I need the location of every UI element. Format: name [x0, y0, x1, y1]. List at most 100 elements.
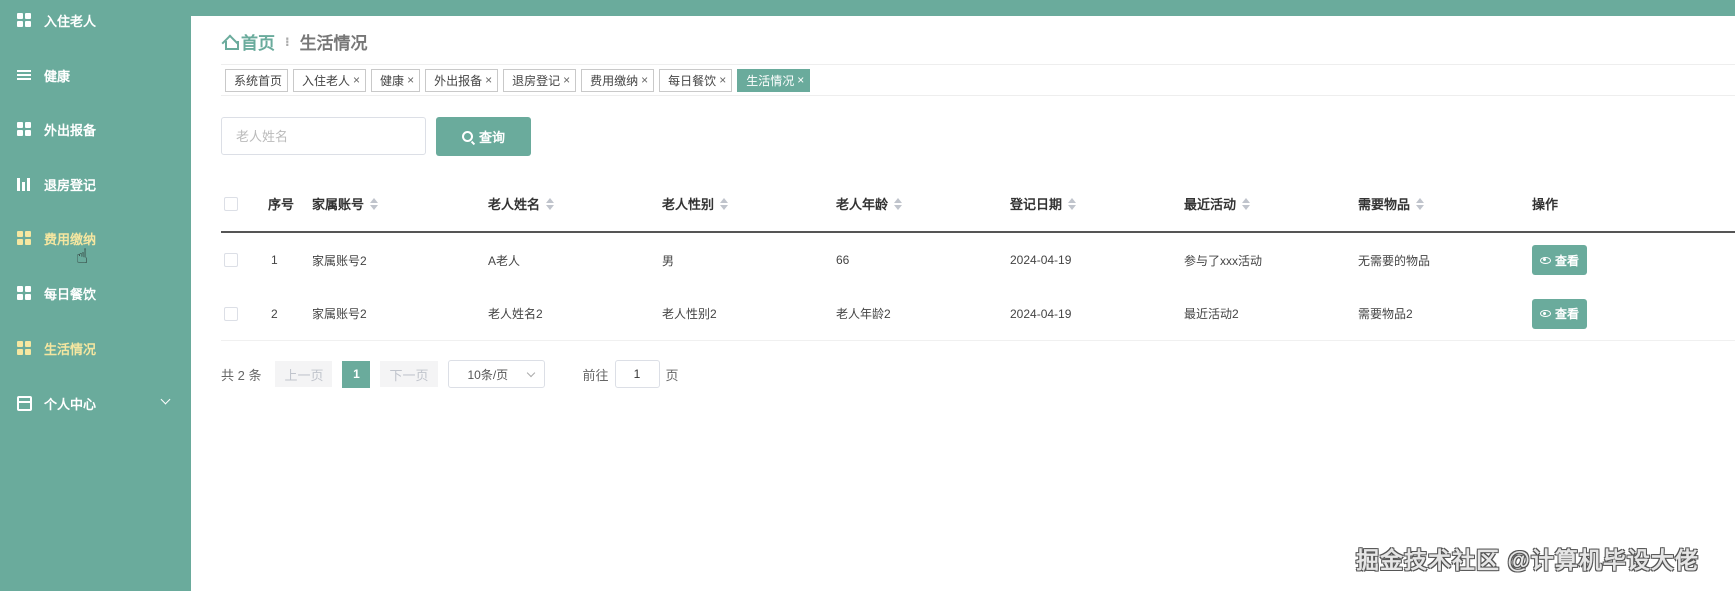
cell-actions: 查看: [1532, 233, 1587, 287]
main-content: 首页 ⁝ 生活情况 系统首页 入住老人 × 健康 × 外出报备 × 退房登记 × 费用缴…: [191, 16, 1735, 591]
sidebar-item-label: 生活情况: [44, 341, 97, 357]
tag-outing[interactable]: 外出报备 ×: [425, 68, 499, 92]
sidebar-item-label: 健康: [44, 68, 71, 84]
cell-index: 2: [271, 306, 278, 321]
sidebar-item-health[interactable]: 健康: [0, 55, 191, 95]
chevron-down-icon[interactable]: [160, 394, 171, 405]
eye-icon: [1539, 310, 1551, 317]
sidebar-item-fees[interactable]: 费用缴纳: [0, 218, 191, 258]
data-table: 序号 家属账号 老人姓名 老人性别 老人年龄 登记日期 最近活动 需要物品 操作…: [221, 176, 1735, 341]
next-page-button[interactable]: 下一页: [380, 361, 438, 387]
sort-icon[interactable]: [370, 197, 379, 210]
prev-page-button[interactable]: 上一页: [275, 361, 333, 387]
eye-icon: [1539, 256, 1551, 264]
close-icon[interactable]: ×: [353, 73, 360, 87]
cell-account: 家属账号2: [312, 253, 367, 268]
sidebar-item-living[interactable]: 生活情况: [0, 328, 191, 368]
grid-icon: [17, 121, 32, 137]
goto-page-input[interactable]: [614, 360, 660, 388]
sidebar-item-label: 外出报备: [44, 122, 97, 138]
column-header-name[interactable]: 老人姓名: [488, 176, 555, 231]
cell-gender: 老人性别2: [662, 307, 717, 321]
search-icon: [461, 131, 473, 142]
sort-icon[interactable]: [1242, 197, 1251, 210]
card-icon: [17, 395, 32, 411]
tag-elderly[interactable]: 入住老人 ×: [293, 68, 367, 92]
sidebar: 入住老人 健康 外出报备 退房登记 费用缴纳 每日餐饮 生活情况 个人中心 ☝: [0, 0, 191, 591]
cell-age: 老人年龄2: [836, 307, 891, 321]
elderly-name-search-input[interactable]: [221, 117, 426, 155]
sidebar-item-meals[interactable]: 每日餐饮: [0, 273, 191, 313]
tag-home[interactable]: 系统首页: [225, 68, 289, 92]
breadcrumb-home[interactable]: 首页: [223, 29, 275, 54]
tag-meals[interactable]: 每日餐饮 ×: [659, 68, 733, 92]
cell-name: 老人姓名2: [488, 307, 543, 321]
chevron-down-icon: [526, 368, 535, 378]
breadcrumb-current: 生活情况: [299, 34, 368, 53]
column-header-activity[interactable]: 最近活动: [1184, 176, 1251, 231]
search-button[interactable]: 查询: [436, 117, 531, 156]
breadcrumb: 首页 ⁝ 生活情况: [223, 29, 368, 54]
cell-items: 无需要的物品: [1358, 253, 1431, 268]
grid-icon: [17, 285, 32, 301]
top-bar: [0, 0, 1735, 16]
column-header-items[interactable]: 需要物品: [1358, 176, 1425, 231]
tag-checkout[interactable]: 退房登记 ×: [503, 68, 577, 92]
cell-activity: 参与了xxx活动: [1184, 253, 1263, 268]
sort-icon[interactable]: [720, 197, 729, 210]
grid-icon: [17, 340, 32, 356]
sidebar-item-outing[interactable]: 外出报备: [0, 109, 191, 149]
close-icon[interactable]: ×: [563, 73, 570, 87]
sidebar-item-checkout[interactable]: 退房登记: [0, 164, 191, 204]
page-size-select[interactable]: 10条/页: [447, 360, 545, 388]
column-header-index: 序号: [268, 197, 295, 212]
tag-living[interactable]: 生活情况 ×: [737, 68, 811, 92]
sidebar-item-label: 个人中心: [44, 396, 97, 412]
table-row: 1 家属账号2 A老人 男 66 2024-04-19 参与了xxx活动 无需要…: [221, 233, 1735, 287]
tag-health[interactable]: 健康 ×: [371, 68, 421, 92]
sort-icon[interactable]: [1416, 197, 1425, 210]
cell-index: 1: [271, 253, 278, 267]
sort-icon[interactable]: [546, 197, 555, 210]
cell-items: 需要物品2: [1358, 307, 1413, 321]
sort-icon[interactable]: [894, 197, 903, 210]
page-number-current[interactable]: 1: [342, 360, 371, 388]
cell-activity: 最近活动2: [1184, 307, 1239, 321]
close-icon[interactable]: ×: [641, 73, 648, 87]
sidebar-item-label: 每日餐饮: [44, 286, 97, 302]
grid-icon: [17, 230, 32, 246]
sidebar-item-label: 入住老人: [44, 13, 97, 29]
goto-label: 前往: [582, 367, 609, 383]
cell-name: A老人: [488, 253, 521, 268]
close-icon[interactable]: ×: [407, 73, 414, 87]
sidebar-item-label: 退房登记: [44, 177, 97, 193]
row-checkbox[interactable]: [224, 287, 238, 340]
sort-icon[interactable]: [1068, 197, 1077, 210]
table-header: 序号 家属账号 老人姓名 老人性别 老人年龄 登记日期 最近活动 需要物品 操作: [221, 176, 1735, 233]
column-header-age[interactable]: 老人年龄: [836, 176, 903, 231]
home-icon: [223, 35, 239, 50]
view-button[interactable]: 查看: [1532, 245, 1587, 275]
cell-date: 2024-04-19: [1010, 306, 1072, 321]
cell-date: 2024-04-19: [1010, 253, 1072, 267]
column-header-gender[interactable]: 老人性别: [662, 176, 729, 231]
tag-fees[interactable]: 费用缴纳 ×: [581, 68, 655, 92]
tags-bar: 系统首页 入住老人 × 健康 × 外出报备 × 退房登记 × 费用缴纳 × 每日餐饮 × 生…: [221, 64, 1735, 96]
sidebar-item-label: 费用缴纳: [44, 231, 97, 247]
pagination-total: 共 2 条: [221, 367, 262, 383]
close-icon[interactable]: ×: [485, 73, 492, 87]
cell-age: 66: [836, 253, 850, 267]
column-header-date[interactable]: 登记日期: [1010, 176, 1077, 231]
sidebar-item-profile[interactable]: 个人中心: [0, 383, 191, 423]
row-checkbox[interactable]: [224, 233, 238, 287]
view-button[interactable]: 查看: [1532, 298, 1587, 329]
page-suffix-label: 页: [665, 367, 679, 383]
close-icon[interactable]: ×: [719, 73, 726, 87]
sidebar-item-elderly[interactable]: 入住老人: [0, 0, 191, 40]
hand-cursor-icon: ☝: [76, 246, 89, 268]
select-all-checkbox[interactable]: [224, 176, 238, 231]
grid-icon: [17, 12, 32, 28]
column-header-account[interactable]: 家属账号: [312, 176, 379, 231]
bar-chart-icon: [17, 177, 32, 192]
close-icon[interactable]: ×: [797, 73, 804, 87]
